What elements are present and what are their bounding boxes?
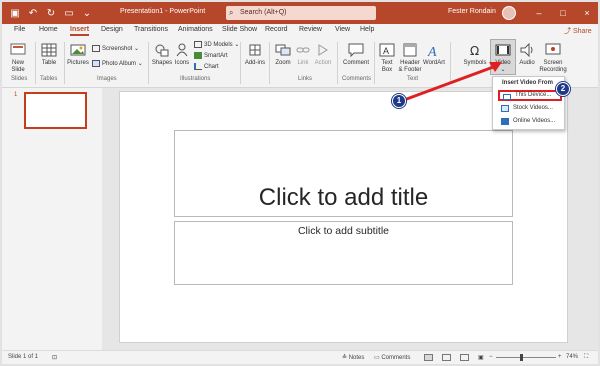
slide-counter: Slide 1 of 1 bbox=[8, 354, 39, 360]
slideshow-icon[interactable]: ▣ bbox=[478, 354, 484, 361]
comments-label: Comments bbox=[381, 355, 411, 361]
menu-item-label: Stock Videos... bbox=[513, 105, 553, 111]
step-badge-2: 2 bbox=[556, 82, 570, 96]
accessibility-icon[interactable]: ⊡ bbox=[52, 354, 57, 361]
menu-item-label: Online Videos... bbox=[513, 118, 556, 124]
comments-button[interactable]: ▭ Comments bbox=[374, 354, 410, 361]
step-badge-1: 1 bbox=[392, 94, 406, 108]
menu-item-label: This Device... bbox=[515, 92, 552, 98]
fit-to-window-icon[interactable]: ⛶ bbox=[584, 354, 588, 361]
normal-view-icon[interactable] bbox=[424, 354, 433, 361]
reading-view-icon[interactable] bbox=[460, 354, 469, 361]
powerpoint-window: ▣ ↶ ↻ ▭ ⌄ Presentation1 - PowerPoint ⌕ S… bbox=[0, 0, 600, 366]
menu-item-stock-videos[interactable]: Stock Videos... bbox=[498, 103, 562, 114]
insert-video-dropdown: Insert Video From This Device... Stock V… bbox=[492, 76, 565, 130]
zoom-slider-thumb[interactable] bbox=[520, 354, 523, 361]
menu-item-this-device[interactable]: This Device... bbox=[498, 90, 562, 101]
notes-label: Notes bbox=[348, 355, 365, 361]
zoom-in-icon[interactable]: + bbox=[558, 354, 562, 360]
zoom-slider[interactable] bbox=[496, 357, 556, 358]
zoom-level[interactable]: 74% bbox=[566, 354, 578, 360]
device-icon bbox=[503, 94, 511, 100]
stock-icon bbox=[501, 105, 509, 112]
globe-icon bbox=[501, 118, 509, 125]
dropdown-header: Insert Video From bbox=[502, 80, 553, 86]
annotation-arrow bbox=[403, 62, 502, 102]
status-bar: Slide 1 of 1 ⊡ ≜ Notes ▭ Comments ▣ − + … bbox=[2, 350, 598, 364]
slide-sorter-icon[interactable] bbox=[442, 354, 451, 361]
menu-item-online-videos[interactable]: Online Videos... bbox=[498, 116, 562, 127]
notes-button[interactable]: ≜ Notes bbox=[342, 354, 364, 361]
zoom-out-icon[interactable]: − bbox=[489, 354, 493, 360]
